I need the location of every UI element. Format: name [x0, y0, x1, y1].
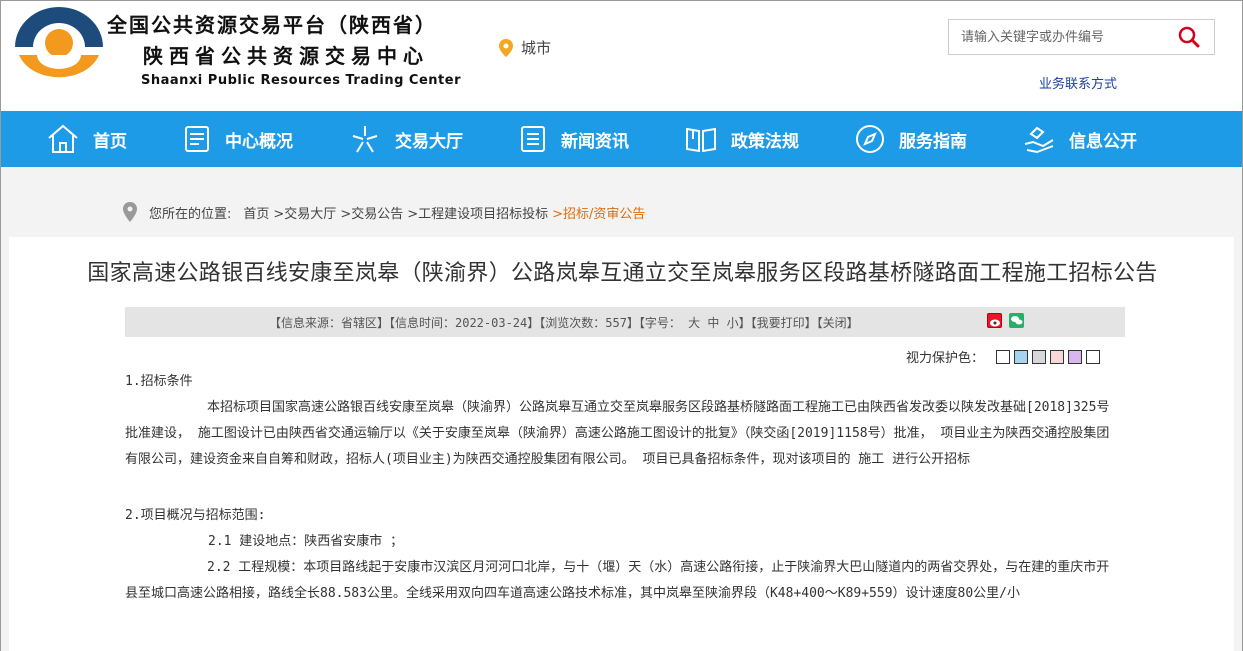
- book-icon: [686, 127, 716, 153]
- nav-item-about[interactable]: 中心概况: [183, 111, 293, 167]
- breadcrumb-current[interactable]: >招标/资审公告: [552, 203, 645, 222]
- site-title-cn: 全国公共资源交易平台（陕西省）: [107, 13, 437, 37]
- paragraph: 2.2 工程规模：本项目路线起于安康市汉滨区月河河口北岸，与十（堰）天（水）高速…: [125, 560, 1110, 601]
- site-header: 全国公共资源交易平台（陕西省） 陕西省公共资源交易中心 Shaanxi Publ…: [1, 1, 1242, 111]
- eye-protection-selector: 视力保护色：: [906, 347, 1101, 366]
- nav-label: 交易大厅: [395, 131, 463, 152]
- site-subtitle-cn: 陕西省公共资源交易中心: [143, 44, 429, 68]
- location-pin-icon: [123, 202, 137, 222]
- breadcrumb-construction-bidding[interactable]: >工程建设项目招标投标: [407, 203, 548, 222]
- nav-label: 首页: [93, 131, 127, 152]
- site-logo[interactable]: [13, 5, 105, 87]
- home-icon: [48, 124, 78, 153]
- city-selector[interactable]: 城市: [499, 37, 551, 58]
- breadcrumb-trading-hall[interactable]: >交易大厅: [273, 203, 336, 222]
- color-swatch-default[interactable]: [1086, 349, 1101, 364]
- breadcrumb-prefix: 您所在的位置:: [149, 206, 232, 222]
- breadcrumb-home[interactable]: 首页: [243, 203, 269, 222]
- color-swatch-gray[interactable]: [1032, 349, 1047, 364]
- color-swatch-white[interactable]: [996, 349, 1011, 364]
- eye-protection-label: 视力保护色：: [906, 351, 985, 366]
- color-swatch-pink[interactable]: [1050, 349, 1065, 364]
- main-nav: 首页 中心概况 交易大厅 新闻资讯 政策法规 服务指南 信息公开: [1, 111, 1242, 167]
- business-contact-link[interactable]: 业务联系方式: [1039, 73, 1117, 92]
- section-heading: 1.招标条件: [125, 374, 193, 389]
- paragraph: 2.1 建设地点：陕西省安康市 ；: [208, 534, 404, 549]
- color-swatch-blue[interactable]: [1014, 349, 1029, 364]
- color-swatch-purple[interactable]: [1068, 349, 1083, 364]
- site-title-en: Shaanxi Public Resources Trading Center: [141, 73, 461, 88]
- nav-item-home[interactable]: 首页: [47, 111, 127, 167]
- nav-item-service-guide[interactable]: 服务指南: [855, 111, 967, 167]
- wechat-share-icon[interactable]: [1009, 313, 1024, 328]
- weibo-share-icon[interactable]: [987, 313, 1002, 328]
- breadcrumb-trading-notice[interactable]: >交易公告: [340, 203, 403, 222]
- breadcrumb: 您所在的位置: 首页 >交易大厅 >交易公告 >工程建设项目招标投标 >招标/资…: [123, 202, 649, 222]
- nav-item-news[interactable]: 新闻资讯: [519, 111, 629, 167]
- location-pin-icon: [499, 38, 513, 57]
- nav-item-trading-hall[interactable]: 交易大厅: [349, 111, 463, 167]
- nav-label: 中心概况: [225, 131, 293, 152]
- article-meta[interactable]: 【信息来源：省辖区】【信息时间：2022-03-24】【浏览次数：557】【字号…: [269, 314, 859, 331]
- article-meta-bar: 【信息来源：省辖区】【信息时间：2022-03-24】【浏览次数：557】【字号…: [125, 307, 1125, 337]
- compass-icon: [856, 125, 884, 153]
- hand-icon: [1024, 126, 1054, 154]
- search-icon: [1178, 26, 1200, 48]
- nav-label: 政策法规: [731, 131, 799, 152]
- nav-label: 服务指南: [899, 131, 967, 152]
- nav-label: 信息公开: [1069, 131, 1137, 152]
- article-body: 1.招标条件 本招标项目国家高速公路银百线安康至岚皋（陕渝界）公路岚皋互通立交至…: [125, 369, 1120, 607]
- document-icon: [185, 126, 209, 152]
- star-icon: [352, 126, 378, 153]
- nav-item-info-disclosure[interactable]: 信息公开: [1023, 111, 1137, 167]
- paragraph: 本招标项目国家高速公路银百线安康至岚皋（陕渝界）公路岚皋互通立交至岚皋服务区段路…: [125, 400, 1110, 467]
- share-buttons: [987, 313, 1031, 328]
- city-label: 城市: [521, 39, 552, 57]
- search-button[interactable]: [1169, 20, 1209, 54]
- nav-label: 新闻资讯: [561, 131, 629, 152]
- list-icon: [521, 126, 545, 152]
- section-heading: 2.项目概况与招标范围:: [125, 508, 266, 523]
- nav-item-policy[interactable]: 政策法规: [685, 111, 799, 167]
- search-box: [948, 19, 1215, 55]
- article-title: 国家高速公路银百线安康至岚皋（陕渝界）公路岚皋互通立交至岚皋服务区段路基桥隧路面…: [87, 261, 1158, 286]
- search-input[interactable]: [949, 21, 1169, 53]
